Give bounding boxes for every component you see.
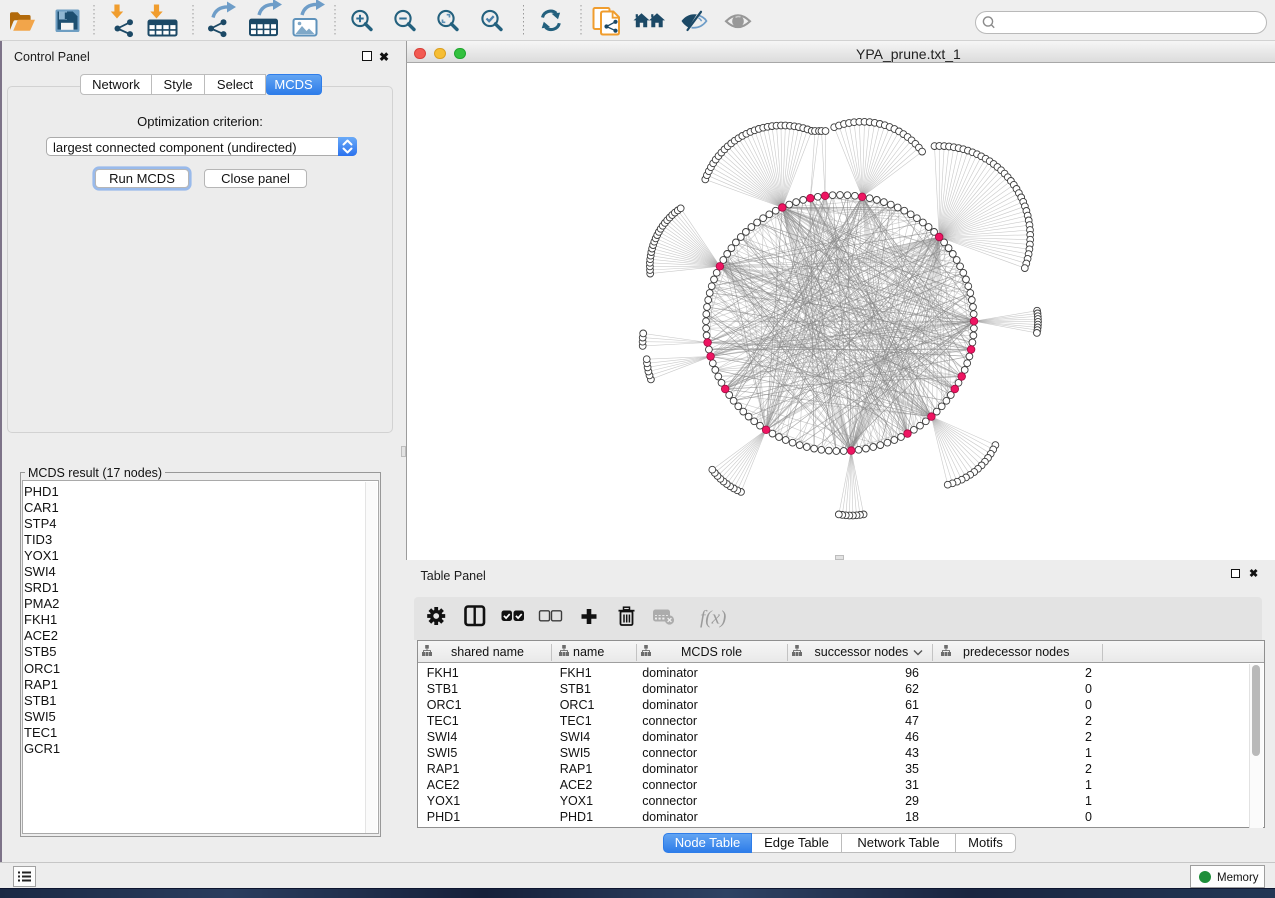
svg-text:Memory: Memory: [1217, 872, 1259, 884]
svg-text:f(x): f(x): [700, 607, 726, 628]
